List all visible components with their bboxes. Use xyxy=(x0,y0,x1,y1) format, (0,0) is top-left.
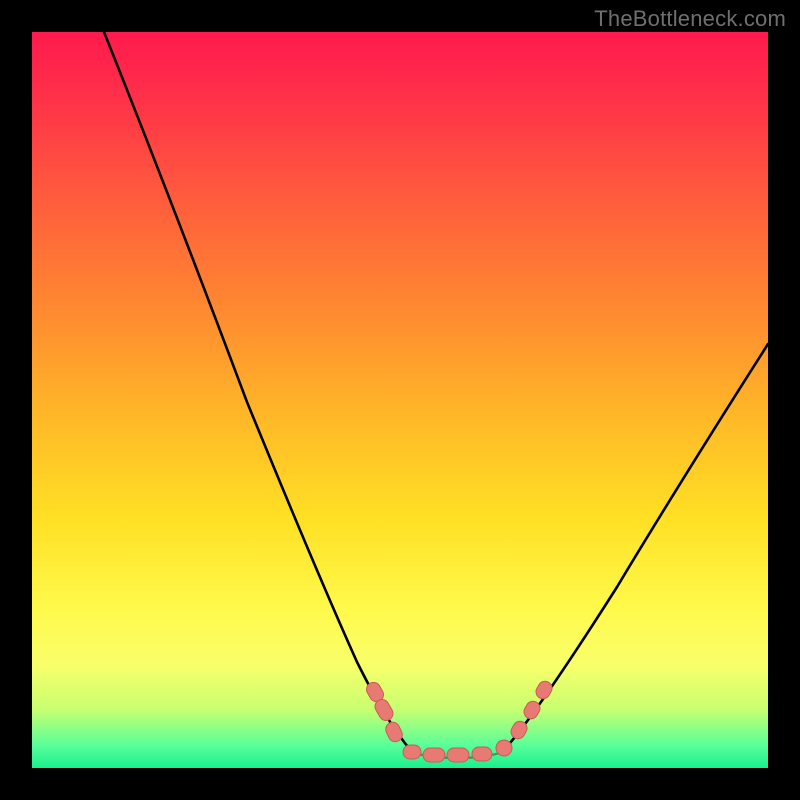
curve-svg xyxy=(32,32,768,768)
marker-point xyxy=(423,748,445,762)
curve-left xyxy=(104,32,412,752)
watermark-text: TheBottleneck.com xyxy=(594,6,786,32)
marker-point xyxy=(472,747,492,761)
markers-group xyxy=(364,679,555,762)
chart-frame: TheBottleneck.com xyxy=(0,0,800,800)
marker-point xyxy=(403,745,421,759)
plot-area xyxy=(32,32,768,768)
marker-point xyxy=(447,748,469,762)
marker-point xyxy=(533,679,554,702)
